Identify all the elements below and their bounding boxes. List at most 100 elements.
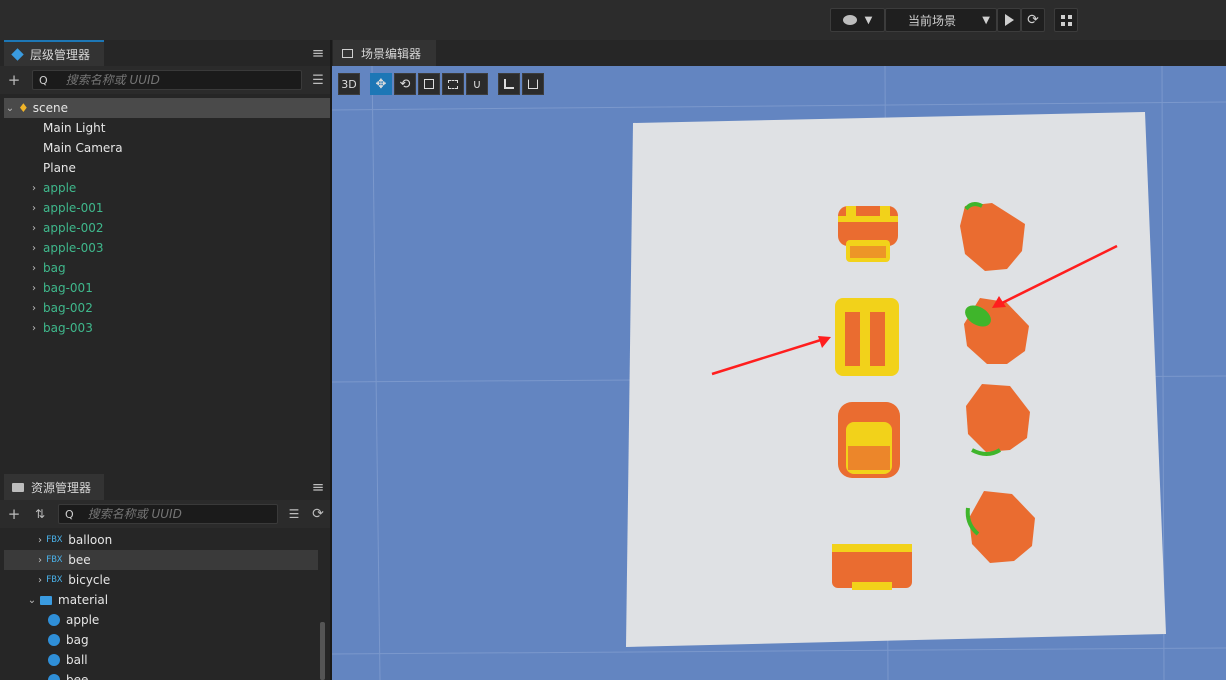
chevron-right-icon[interactable]: › bbox=[28, 303, 40, 314]
refresh-assets-button[interactable]: ⟳ bbox=[308, 504, 328, 524]
coordinate-button[interactable] bbox=[522, 73, 544, 95]
pivot-button[interactable] bbox=[498, 73, 520, 95]
asset-item[interactable]: › FBX balloon bbox=[4, 530, 318, 550]
coordinate-icon bbox=[528, 79, 538, 89]
chevron-down-icon[interactable]: ⌄ bbox=[26, 595, 38, 606]
assets-menu-button[interactable]: ≡ bbox=[308, 477, 328, 497]
fbx-icon: FBX bbox=[46, 535, 63, 545]
assets-search-input[interactable] bbox=[73, 507, 277, 521]
material-icon bbox=[48, 634, 60, 646]
hierarchy-item-label: Main Light bbox=[43, 121, 106, 135]
chevron-right-icon[interactable]: › bbox=[28, 283, 40, 294]
hierarchy-item[interactable]: › apple bbox=[4, 178, 330, 198]
tab-assets[interactable]: 资源管理器 bbox=[4, 474, 104, 500]
hierarchy-item-label: apple-001 bbox=[43, 201, 104, 215]
qrcode-button[interactable] bbox=[1054, 8, 1078, 32]
chevron-right-icon[interactable]: › bbox=[34, 535, 46, 546]
platform-select[interactable]: ▼ bbox=[830, 8, 885, 32]
scene-editor-icon bbox=[342, 48, 353, 58]
hierarchy-item-label: bag-001 bbox=[43, 281, 93, 295]
hierarchy-item-label: Main Camera bbox=[43, 141, 123, 155]
hierarchy-search[interactable]: Q bbox=[32, 70, 302, 90]
scene-viewport[interactable]: 3D ✥ ⟲ ∪ bbox=[332, 66, 1226, 680]
hierarchy-menu-button[interactable]: ≡ bbox=[308, 43, 328, 63]
hierarchy-item[interactable]: Main Camera bbox=[4, 138, 330, 158]
material-item-label: ball bbox=[66, 653, 88, 667]
assets-search[interactable]: Q bbox=[58, 504, 278, 524]
chevron-down-icon: ▼ bbox=[982, 14, 990, 26]
material-item[interactable]: bee bbox=[4, 670, 318, 680]
pivot-icon bbox=[504, 79, 514, 89]
chevron-right-icon[interactable]: › bbox=[28, 183, 40, 194]
list-view-button[interactable]: ☰ bbox=[308, 70, 328, 90]
scene-select[interactable]: 当前场景 ▼ bbox=[885, 8, 997, 32]
play-icon bbox=[1004, 14, 1014, 26]
hierarchy-search-input[interactable] bbox=[47, 73, 301, 87]
hierarchy-item-label: apple-003 bbox=[43, 241, 104, 255]
search-icon: Q bbox=[65, 507, 74, 521]
fbx-icon: FBX bbox=[46, 575, 63, 585]
hierarchy-item-label: bag-002 bbox=[43, 301, 93, 315]
rotate-icon: ⟲ bbox=[399, 76, 411, 92]
hierarchy-item-label: apple bbox=[43, 181, 77, 195]
chevron-right-icon[interactable]: › bbox=[34, 575, 46, 586]
material-item[interactable]: bag bbox=[4, 630, 318, 650]
scene-select-value: 当前场景 bbox=[908, 13, 957, 28]
hierarchy-item[interactable]: › bag-002 bbox=[4, 298, 330, 318]
hierarchy-item[interactable]: › apple-001 bbox=[4, 198, 330, 218]
chevron-right-icon[interactable]: › bbox=[28, 323, 40, 334]
bag-002-model bbox=[838, 402, 900, 478]
bag-model bbox=[838, 206, 898, 262]
hierarchy-tab-label: 层级管理器 bbox=[30, 47, 91, 62]
rect-icon bbox=[448, 79, 458, 89]
hierarchy-item[interactable]: › bag-003 bbox=[4, 318, 330, 338]
move-tool-button[interactable]: ✥ bbox=[370, 73, 392, 95]
chevron-right-icon[interactable]: › bbox=[28, 223, 40, 234]
hierarchy-item[interactable]: ⌄ ♦ scene bbox=[4, 98, 330, 118]
tab-hierarchy[interactable]: 层级管理器 bbox=[4, 40, 104, 66]
chevron-down-icon[interactable]: ⌄ bbox=[4, 103, 16, 114]
asset-item[interactable]: › FBX bee bbox=[4, 550, 318, 570]
scale-tool-button[interactable] bbox=[418, 73, 440, 95]
chevron-right-icon[interactable]: › bbox=[28, 263, 40, 274]
add-asset-button[interactable]: + bbox=[4, 504, 24, 524]
tab-scene-editor[interactable]: 场景编辑器 bbox=[333, 40, 436, 66]
material-item[interactable]: ball bbox=[4, 650, 318, 670]
sort-button[interactable]: ⇅ bbox=[30, 504, 50, 524]
chevron-right-icon[interactable]: › bbox=[28, 243, 40, 254]
asset-item-label: bicycle bbox=[68, 573, 111, 587]
rect-tool-button[interactable] bbox=[442, 73, 464, 95]
hierarchy-item[interactable]: › apple-002 bbox=[4, 218, 330, 238]
hierarchy-item[interactable]: › bag bbox=[4, 258, 330, 278]
scene-editor-tab-label: 场景编辑器 bbox=[361, 46, 422, 61]
toggle-3d-button[interactable]: 3D bbox=[338, 73, 360, 95]
scene-fire-icon: ♦ bbox=[18, 101, 29, 115]
hierarchy-item[interactable]: Plane bbox=[4, 158, 330, 178]
planet-icon bbox=[842, 15, 857, 25]
asset-item-label: bee bbox=[68, 553, 91, 567]
material-icon bbox=[48, 614, 60, 626]
chevron-right-icon[interactable]: › bbox=[34, 555, 46, 566]
hierarchy-item-label: Plane bbox=[43, 161, 76, 175]
hierarchy-item[interactable]: › apple-003 bbox=[4, 238, 330, 258]
folder-icon bbox=[12, 482, 24, 492]
snap-tool-button[interactable]: ∪ bbox=[466, 73, 488, 95]
collapse-all-button[interactable]: ☰ bbox=[284, 504, 304, 524]
material-icon bbox=[48, 654, 60, 666]
chevron-right-icon[interactable]: › bbox=[28, 203, 40, 214]
material-item-label: bee bbox=[66, 673, 89, 680]
search-icon: Q bbox=[39, 73, 48, 87]
hierarchy-item[interactable]: › bag-001 bbox=[4, 278, 330, 298]
folder-icon bbox=[40, 595, 52, 605]
asset-folder[interactable]: ⌄ material bbox=[4, 590, 318, 610]
refresh-button[interactable]: ⟳ bbox=[1021, 8, 1045, 32]
add-node-button[interactable]: + bbox=[4, 70, 24, 90]
assets-scrollbar[interactable] bbox=[320, 622, 325, 680]
rotate-tool-button[interactable]: ⟲ bbox=[394, 73, 416, 95]
hierarchy-item-label: apple-002 bbox=[43, 221, 104, 235]
material-icon bbox=[48, 674, 60, 680]
material-item[interactable]: apple bbox=[4, 610, 318, 630]
hierarchy-item[interactable]: Main Light bbox=[4, 118, 330, 138]
play-button[interactable] bbox=[997, 8, 1021, 32]
asset-item[interactable]: › FBX bicycle bbox=[4, 570, 318, 590]
